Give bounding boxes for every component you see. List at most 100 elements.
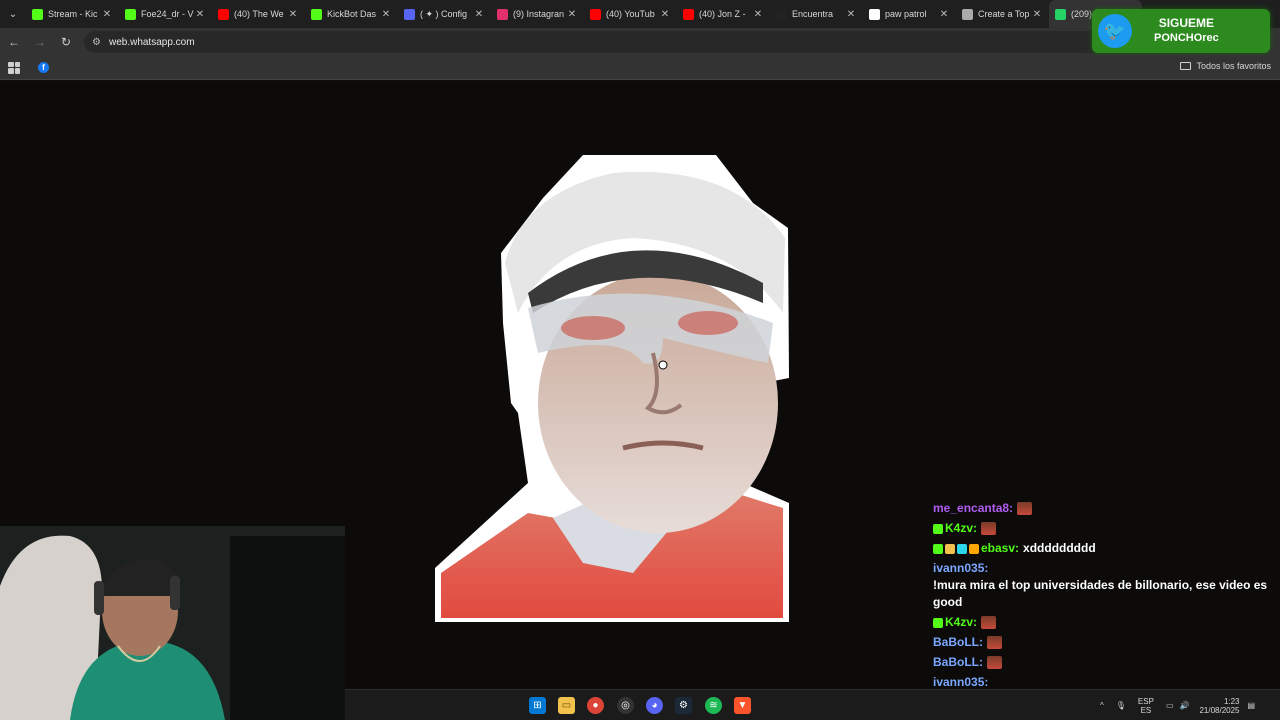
tab-close-icon[interactable]: ✕ [287,9,299,20]
tab-close-icon[interactable]: ✕ [938,9,950,20]
volume-icon[interactable]: 🔊 [1180,701,1190,710]
chat-badge-icon [933,617,943,628]
language-top: ESP [1137,696,1154,706]
chat-emote-icon [987,636,1002,649]
chat-message: ivann035:!mura mira el top universidades… [933,560,1273,611]
tab-close-icon[interactable]: ✕ [659,9,671,20]
tab-title: Foe24_dr - V [141,9,194,19]
chat-message: K4zv: [933,520,1273,537]
all-bookmarks-label: Todos los favoritos [1196,61,1271,71]
spotify-icon[interactable]: ≋ [705,697,722,714]
follow-twitter-overlay: 🐦 SIGUEME PONCHOrec [1092,9,1270,53]
microphone-icon[interactable]: 🎙 [1116,701,1126,710]
reload-icon[interactable]: ↻ [54,30,78,54]
chat-badge-icon [957,543,967,554]
browser-tab[interactable]: KickBot Das ✕ [305,0,398,28]
tab-title: (40) The We [234,9,284,19]
youtube-icon [590,8,601,20]
browser-tab[interactable]: Encuentra ✕ [770,0,863,28]
tab-close-icon[interactable]: ✕ [473,9,485,20]
bookmarks-bar: f Todos los favoritos [0,56,1280,80]
chat-username[interactable]: ivann035: [933,560,988,577]
language-indicator[interactable]: ESP ES [1138,697,1154,715]
discord-icon[interactable]: ◕ [646,697,663,714]
tab-title: (9) Instagran [513,9,565,19]
chat-emote-icon [981,616,997,629]
chat-text: xddddddddd [1023,541,1096,555]
chat-badge-icon [945,543,955,554]
clock-date: 21/08/2025 [1199,705,1240,715]
chrome-icon[interactable]: ● [587,697,604,714]
all-bookmarks-button[interactable]: Todos los favoritos [1180,61,1271,71]
chat-message: K4zv: [933,614,1273,631]
facebook-icon[interactable]: f [38,62,49,73]
windows-start-icon[interactable]: ⊞ [529,697,546,714]
chat-emote-icon [1017,502,1033,515]
tab-close-icon[interactable]: ✕ [380,9,392,20]
tab-close-icon[interactable]: ✕ [752,9,764,20]
kickbot-icon [311,8,322,20]
browser-tab[interactable]: ( ✦ ) Config ✕ [398,0,491,28]
tab-title: Create a Top [978,9,1030,19]
browser-tab[interactable]: (9) Instagran ✕ [491,0,584,28]
chat-username[interactable]: BaBoLL: [933,654,983,671]
browser-tab[interactable]: (40) The We ✕ [212,0,305,28]
instagram-icon [497,8,508,20]
chat-emote-icon [981,522,997,535]
browser-tab[interactable]: Create a Top ✕ [956,0,1049,28]
chat-username[interactable]: BaBoLL: [933,634,983,651]
tab-title: Encuentra [792,9,834,19]
chat-emote-icon [987,656,1002,669]
chat-username[interactable]: K4zv: [945,614,977,631]
webcam-scene [0,526,345,720]
site-info-icon[interactable]: ⚙ [92,37,101,48]
obs-icon[interactable]: ◎ [617,697,634,714]
steam-icon[interactable]: ⚙ [675,697,692,714]
notifications-icon[interactable]: ▤ [1248,701,1256,710]
tab-close-icon[interactable]: ✕ [101,9,113,20]
navigation-bar: ← → ↻ ⚙ web.whatsapp.com ⋮ [0,28,1280,56]
browser-tab[interactable]: (40) Jon Z - ✕ [677,0,770,28]
tab-title: (40) Jon Z - [699,9,746,19]
tab-title: KickBot Das [327,9,377,19]
clock[interactable]: 1:23 21/08/2025 [1199,697,1239,715]
file-explorer-icon[interactable]: ▭ [558,697,575,714]
browser-tab[interactable]: Foe24_dr - V ✕ [119,0,212,28]
chat-username[interactable]: K4zv: [945,520,977,537]
chat-username[interactable]: me_encanta8: [933,500,1013,517]
folder-icon [1180,62,1192,70]
tab-title: (40) YouTub [606,9,655,19]
brave-icon[interactable]: ▼ [734,697,751,714]
browser-tab[interactable]: paw patrol ✕ [863,0,956,28]
tab-close-icon[interactable]: ✕ [1031,9,1043,20]
tab-strip: ⌄ Stream - Kic ✕ Foe24_dr - V ✕ (40) The We ✕… [0,0,1280,28]
webcam-feed [0,526,345,720]
tiktok-icon [776,8,787,20]
tab-title: paw patrol [885,9,927,19]
tab-close-icon[interactable]: ✕ [194,9,206,20]
kick-icon [125,8,136,20]
tab-close-icon[interactable]: ✕ [845,9,857,20]
follow-label: SIGUEME [1158,16,1215,30]
tray-overflow-icon[interactable]: ^ [1100,701,1104,710]
taskbar: ⊞ ▭ ● ◎ ◕ ⚙ ≋ ▼ ^ 🎙 ESP ES ▭ 🔊 1:23 21/0… [345,689,1280,720]
browser-tab[interactable]: (40) YouTub ✕ [584,0,677,28]
back-icon[interactable]: ← [2,30,26,54]
chat-message: BaBoLL: [933,634,1273,651]
network-icon[interactable]: ▭ [1166,701,1174,710]
chat-message: me_encanta8: [933,500,1273,517]
tab-close-icon[interactable]: ✕ [566,9,578,20]
twitter-bird-icon: 🐦 [1098,14,1132,48]
apps-grid-icon[interactable] [8,61,20,74]
browser-tab[interactable]: Stream - Kic ✕ [26,0,119,28]
chat-badge-icon [933,523,943,534]
tab-search-icon[interactable]: ⌄ [0,0,26,28]
forward-icon[interactable]: → [28,30,52,54]
chat-badge-icon [969,543,979,554]
address-bar[interactable]: ⚙ web.whatsapp.com [84,31,1224,53]
chat-username[interactable]: ebasv: [981,540,1019,557]
clock-time: 1:23 [1223,696,1240,706]
youtube-icon [683,8,694,20]
chat-badge-icon [933,543,943,554]
handle-label: PONCHOrec [1154,32,1219,44]
